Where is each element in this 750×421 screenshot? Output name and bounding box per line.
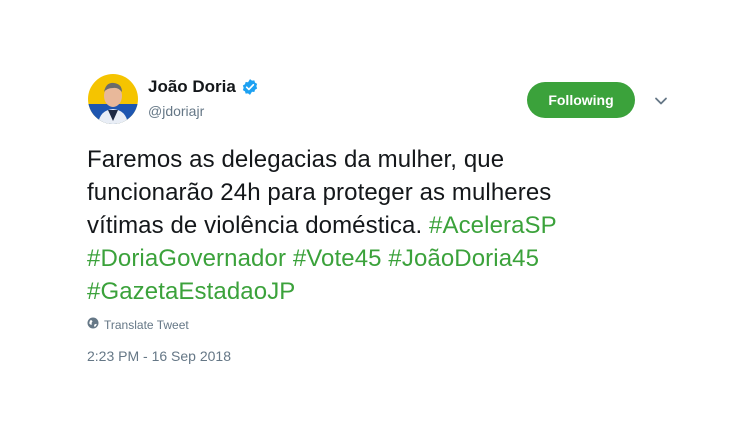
hashtag-link[interactable]: #AceleraSP — [429, 212, 557, 239]
tweet-text: Faremos as delegacias da mulher, que fun… — [87, 143, 657, 308]
translate-label: Translate Tweet — [104, 317, 189, 332]
tweet-timestamp[interactable]: 2:23 PM - 16 Sep 2018 — [87, 348, 231, 364]
display-name[interactable]: João Doria — [148, 77, 236, 97]
tweet-line: #DoriaGovernador #Vote45 #JoãoDoria45 — [87, 242, 657, 275]
tweet-line: Faremos as delegacias da mulher, que — [87, 146, 505, 173]
following-button[interactable]: Following — [527, 82, 635, 118]
user-handle[interactable]: @jdoriajr — [148, 103, 204, 119]
globe-icon — [87, 317, 104, 332]
user-name-row: João Doria — [148, 77, 259, 97]
avatar-image — [88, 74, 138, 124]
hashtag-link[interactable]: #Vote45 — [293, 245, 382, 272]
hashtag-link[interactable]: #GazetaEstadaoJP — [87, 278, 295, 305]
hashtag-link[interactable]: #DoriaGovernador — [87, 245, 286, 272]
verified-badge-icon — [241, 78, 259, 96]
tweet-line: funcionarão 24h para proteger as mulhere… — [87, 179, 552, 206]
translate-tweet-link[interactable]: Translate Tweet — [87, 317, 189, 332]
chevron-down-icon[interactable] — [653, 93, 669, 109]
hashtag-link[interactable]: #JoãoDoria45 — [388, 245, 539, 272]
tweet-text-segment: vítimas de violência doméstica. — [87, 212, 423, 239]
tweet-line: vítimas de violência doméstica. #Acelera… — [87, 209, 657, 242]
avatar[interactable] — [88, 74, 138, 124]
tweet-line: #GazetaEstadaoJP — [87, 275, 657, 308]
